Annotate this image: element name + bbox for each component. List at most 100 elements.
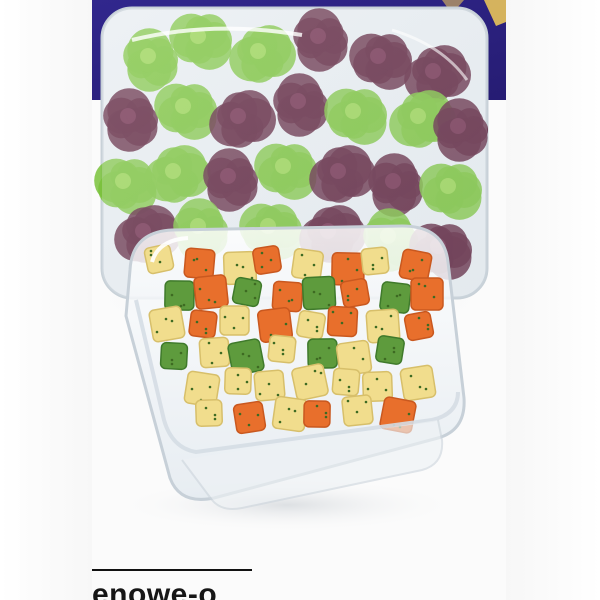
herb-speck bbox=[198, 287, 202, 291]
herb-speck bbox=[213, 413, 217, 417]
herb-speck bbox=[256, 365, 260, 369]
herb-speck bbox=[207, 341, 211, 345]
potato-cube bbox=[198, 336, 231, 369]
potato-cube bbox=[291, 248, 324, 281]
carrot-cube bbox=[339, 277, 371, 309]
herb-speck bbox=[327, 303, 331, 307]
herb-speck bbox=[158, 260, 162, 264]
herb-speck bbox=[352, 346, 356, 350]
caption-divider bbox=[92, 569, 252, 571]
herb-speck bbox=[306, 318, 310, 322]
herb-speck bbox=[223, 315, 227, 319]
potato-cube bbox=[295, 309, 327, 341]
herb-speck bbox=[278, 288, 282, 292]
herb-speck bbox=[386, 304, 390, 308]
herb-speck bbox=[398, 293, 402, 297]
herb-speck bbox=[315, 329, 319, 333]
cucumber-cube bbox=[159, 341, 189, 371]
herb-speck bbox=[346, 298, 350, 302]
potato-cube bbox=[271, 395, 309, 433]
herb-speck bbox=[281, 348, 285, 352]
herb-speck bbox=[355, 287, 359, 291]
herb-speck bbox=[389, 314, 393, 318]
herb-speck bbox=[331, 310, 335, 314]
carrot-cube bbox=[410, 277, 444, 311]
herb-speck bbox=[361, 357, 365, 361]
herb-speck bbox=[349, 311, 353, 315]
herb-speck bbox=[219, 351, 223, 355]
herb-speck bbox=[247, 354, 251, 358]
carrot-cube bbox=[326, 305, 359, 338]
herb-speck bbox=[179, 304, 183, 308]
herb-speck bbox=[300, 253, 304, 257]
potato-cube bbox=[331, 367, 361, 397]
herb-speck bbox=[232, 326, 236, 330]
herb-speck bbox=[204, 406, 208, 410]
herb-speck bbox=[380, 256, 384, 260]
herb-speck bbox=[364, 400, 368, 404]
herb-speck bbox=[287, 299, 291, 303]
herb-speck bbox=[324, 415, 328, 419]
herb-speck bbox=[426, 327, 430, 331]
herb-speck bbox=[313, 369, 317, 373]
herb-speck bbox=[170, 293, 174, 297]
herb-speck bbox=[245, 380, 249, 384]
herb-speck bbox=[210, 361, 214, 365]
carrot-cube bbox=[188, 309, 218, 339]
herb-speck bbox=[346, 399, 350, 403]
herb-speck bbox=[236, 373, 240, 377]
herb-speck bbox=[338, 378, 342, 382]
cucumber-cube bbox=[301, 275, 337, 311]
image-canvas: enowe-o bbox=[0, 0, 600, 600]
herb-speck bbox=[392, 346, 396, 350]
herb-speck bbox=[423, 284, 427, 288]
herb-speck bbox=[149, 249, 153, 253]
herb-speck bbox=[304, 382, 308, 386]
herb-speck bbox=[417, 282, 421, 286]
herb-speck bbox=[324, 411, 328, 415]
herb-speck bbox=[371, 267, 375, 271]
herb-speck bbox=[293, 409, 297, 413]
herb-speck bbox=[213, 417, 217, 421]
herb-speck bbox=[244, 289, 248, 293]
herb-speck bbox=[170, 362, 174, 366]
herb-speck bbox=[170, 319, 174, 323]
cucumber-cube bbox=[375, 335, 405, 365]
herb-speck bbox=[204, 331, 208, 335]
herb-speck bbox=[424, 387, 428, 391]
herb-speck bbox=[256, 413, 260, 417]
cucumber-cube bbox=[231, 276, 263, 308]
herb-speck bbox=[420, 258, 424, 262]
salad-container bbox=[124, 224, 466, 510]
cucumber-cube bbox=[164, 280, 195, 311]
potato-cube bbox=[291, 363, 329, 401]
herb-speck bbox=[319, 371, 323, 375]
herb-speck bbox=[272, 341, 276, 345]
product-illustration bbox=[92, 0, 506, 600]
herb-speck bbox=[207, 298, 211, 302]
herb-speck bbox=[312, 263, 316, 267]
herb-speck bbox=[208, 385, 212, 389]
herb-speck bbox=[383, 357, 387, 361]
potato-cube bbox=[341, 394, 374, 427]
herb-speck bbox=[347, 385, 351, 389]
herb-speck bbox=[426, 323, 430, 327]
herb-speck bbox=[287, 407, 291, 411]
potato-cube bbox=[399, 364, 437, 402]
product-caption: enowe-o bbox=[92, 580, 218, 600]
herb-speck bbox=[155, 330, 159, 334]
herb-speck bbox=[247, 423, 251, 427]
herb-speck bbox=[312, 290, 316, 294]
herb-speck bbox=[408, 269, 412, 273]
herb-speck bbox=[204, 268, 208, 272]
herb-speck bbox=[241, 265, 245, 269]
herb-speck bbox=[418, 385, 422, 389]
herb-speck bbox=[432, 295, 436, 299]
herb-speck bbox=[195, 257, 199, 261]
cucumber-cube bbox=[379, 281, 412, 314]
herb-speck bbox=[371, 263, 375, 267]
herb-speck bbox=[276, 393, 280, 397]
herb-speck bbox=[407, 412, 411, 416]
herb-speck bbox=[149, 253, 153, 257]
cucumber-cube bbox=[307, 338, 338, 369]
